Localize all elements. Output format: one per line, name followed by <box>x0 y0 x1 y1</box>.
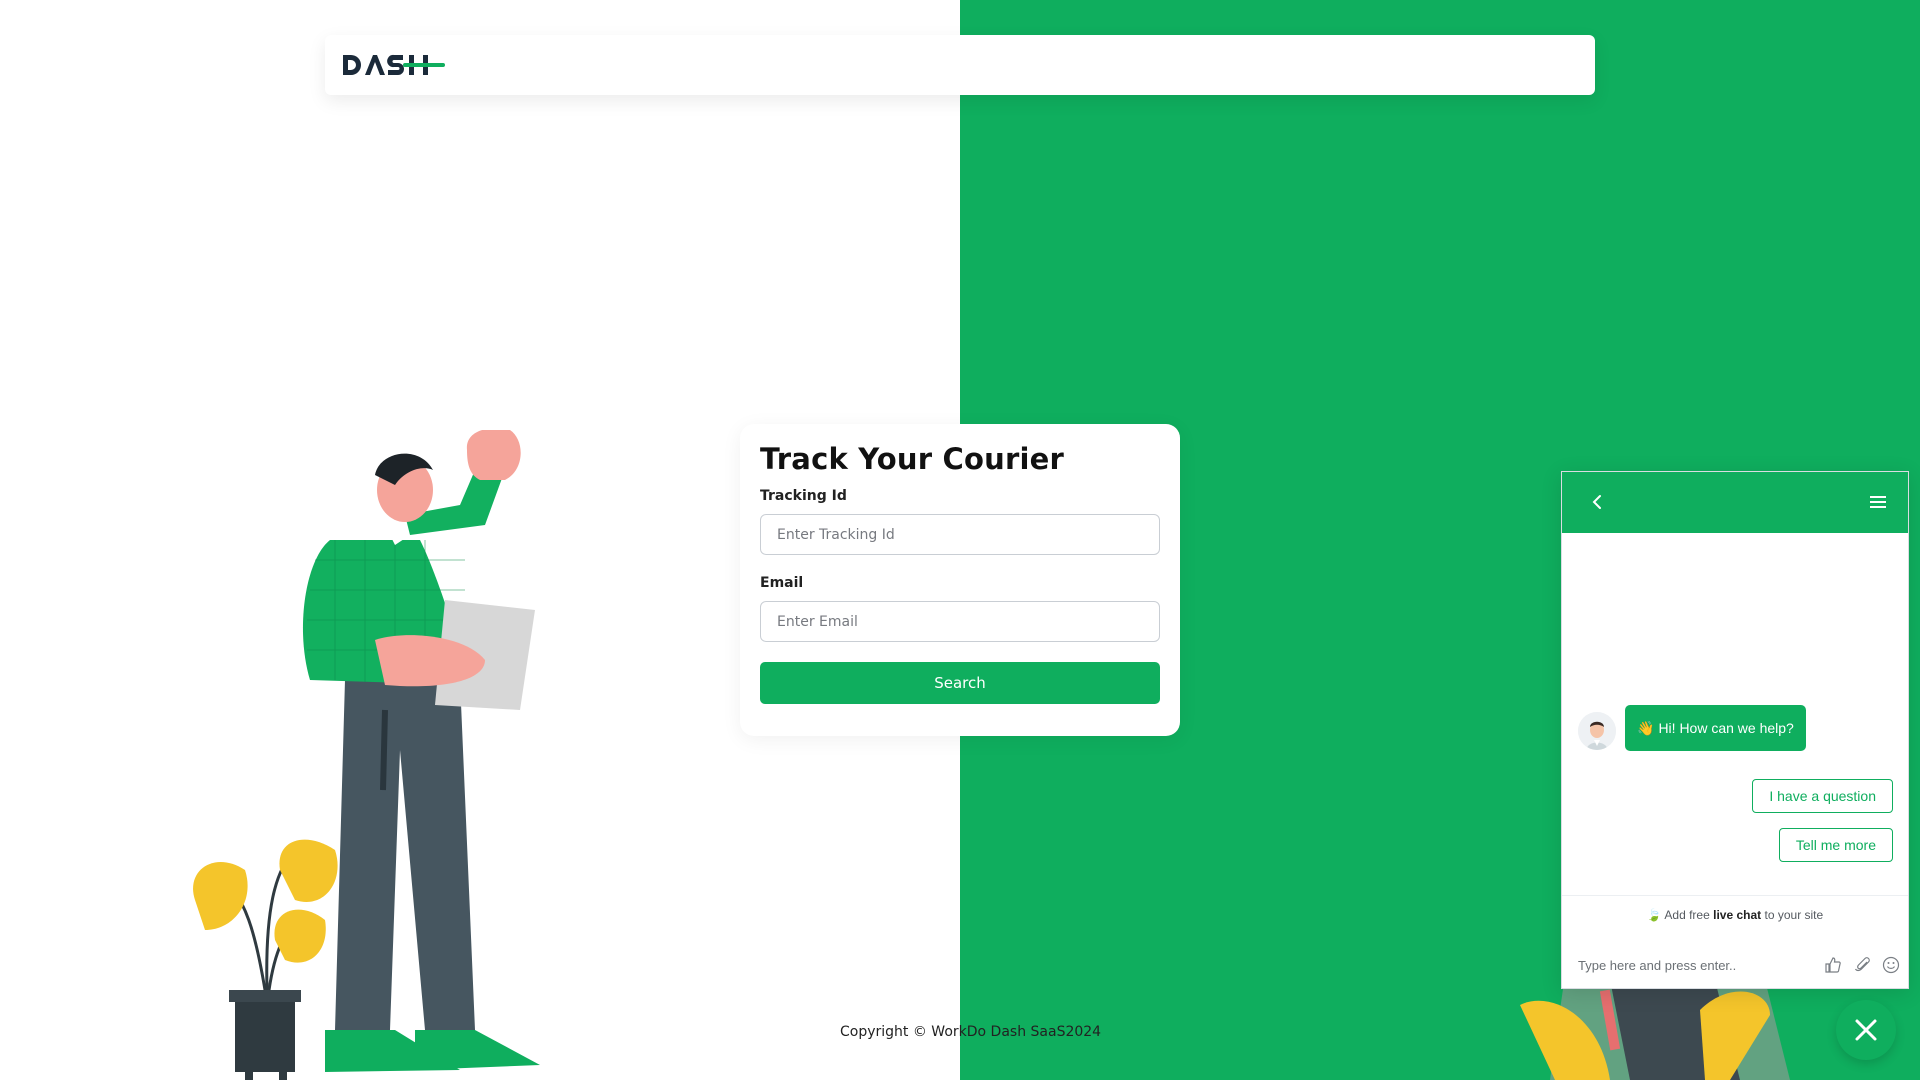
close-icon <box>1855 1019 1877 1041</box>
tracking-id-input[interactable] <box>760 514 1160 555</box>
promo-leaf-icon: 🍃 <box>1646 908 1662 922</box>
greeting-text: Hi! How can we help? <box>1658 720 1794 736</box>
search-button[interactable]: Search <box>760 662 1160 704</box>
wave-emoji-icon: 👋 <box>1637 719 1655 736</box>
man-with-plant-illustration <box>193 430 540 1080</box>
back-icon[interactable] <box>1586 490 1610 514</box>
quick-reply-question[interactable]: I have a question <box>1752 779 1893 813</box>
promo-bold: live chat <box>1713 908 1762 922</box>
emoji-icon[interactable] <box>1882 956 1900 974</box>
chat-promo[interactable]: 🍃 Add free live chat to your site <box>1562 908 1908 922</box>
email-input[interactable] <box>760 601 1160 642</box>
dash-logo[interactable] <box>341 50 445 84</box>
page: Track Your Courier Tracking Id Email Sea… <box>0 0 1920 1080</box>
track-courier-card: Track Your Courier Tracking Id Email Sea… <box>740 424 1180 736</box>
email-label: Email <box>760 575 804 591</box>
chat-widget: 👋 Hi! How can we help? I have a question… <box>1561 471 1909 989</box>
agent-avatar <box>1578 712 1616 750</box>
copyright-text: Copyright © WorkDo Dash SaaS2024 <box>840 1024 1102 1040</box>
dash-logo-icon <box>343 54 445 75</box>
chat-header <box>1562 472 1908 533</box>
track-title: Track Your Courier <box>760 442 1065 476</box>
greeting-bubble: 👋 Hi! How can we help? <box>1625 705 1806 751</box>
chat-divider <box>1562 895 1908 896</box>
menu-icon[interactable] <box>1868 492 1888 512</box>
quick-reply-tell-more[interactable]: Tell me more <box>1778 828 1893 862</box>
top-navbar <box>325 35 1595 95</box>
paperclip-icon[interactable] <box>1854 956 1872 974</box>
promo-prefix: Add free <box>1664 908 1710 922</box>
chat-close-button[interactable] <box>1836 1000 1896 1060</box>
thumbs-up-icon[interactable] <box>1824 956 1842 974</box>
tracking-id-label: Tracking Id <box>760 488 847 504</box>
chat-message-input[interactable] <box>1578 952 1798 978</box>
promo-suffix: to your site <box>1764 908 1824 922</box>
